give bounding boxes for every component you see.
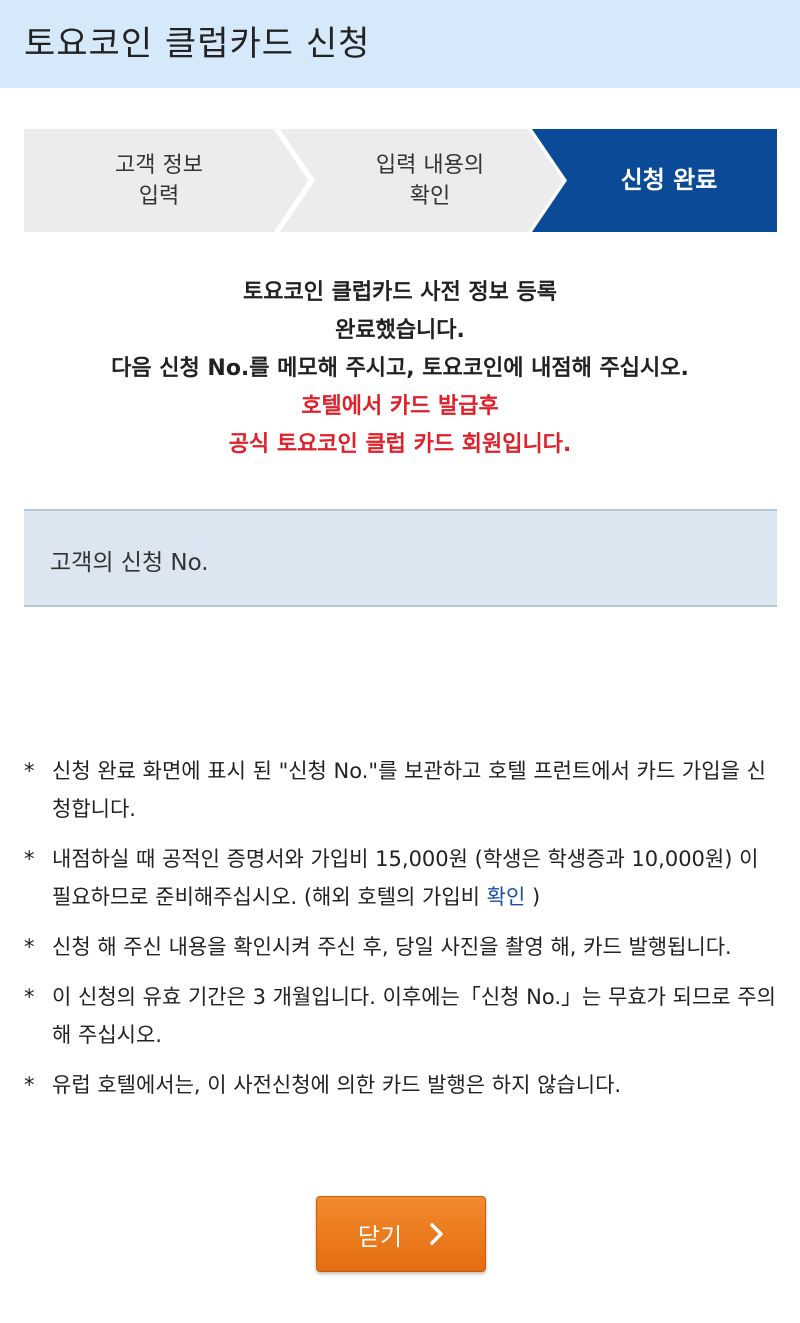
completion-message: 토요코인 클럽카드 사전 정보 등록 완료했습니다. 다음 신청 No.를 메모… <box>0 274 800 464</box>
note-text-2: 내점하실 때 공적인 증명서와 가입비 15,000원 (학생은 학생증과 10… <box>52 847 759 909</box>
step-1: 고객 정보 입력 <box>24 129 294 232</box>
message-red-line-2: 공식 토요코인 클럽 카드 회원입니다. <box>228 432 572 457</box>
message-line-2: 완료했습니다. <box>335 318 465 343</box>
page-header: 토요코인 클럽카드 신청 <box>0 0 800 88</box>
note-text-1: 신청 완료 화면에 표시 된 "신청 No."를 보관하고 호텔 프런트에서 카… <box>52 759 766 821</box>
note-text-5: 유럽 호텔에서는, 이 사전신청에 의한 카드 발행은 하지 않습니다. <box>52 1073 622 1097</box>
note-item: * 신청 해 주신 내용을 확인시켜 주신 후, 당일 사진을 촬영 해, 카드… <box>24 928 784 966</box>
notes-list: * 신청 완료 화면에 표시 된 "신청 No."를 보관하고 호텔 프런트에서… <box>24 752 784 1116</box>
note-bullet: * <box>24 1073 35 1097</box>
application-number-box: 고객의 신청 No. <box>24 509 777 607</box>
note-bullet: * <box>24 847 35 871</box>
page-title: 토요코인 클럽카드 신청 <box>24 24 371 64</box>
note-bullet: * <box>24 759 35 783</box>
close-button-label: 닫기 <box>357 1222 403 1251</box>
step-2-line1: 입력 내용의 <box>375 152 485 178</box>
note-item: * 내점하실 때 공적인 증명서와 가입비 15,000원 (학생은 학생증과 … <box>24 840 784 916</box>
progress-steps: 고객 정보 입력 입력 내용의 확인 신청 완료 <box>24 129 777 232</box>
step-3-label: 신청 완료 <box>620 166 718 194</box>
message-line-3: 다음 신청 No.를 메모해 주시고, 토요코인에 내점해 주십시오. <box>111 356 689 381</box>
note-item: * 신청 완료 화면에 표시 된 "신청 No."를 보관하고 호텔 프런트에서… <box>24 752 784 828</box>
note-item: * 유럽 호텔에서는, 이 사전신청에 의한 카드 발행은 하지 않습니다. <box>24 1066 784 1104</box>
note-text-3: 신청 해 주신 내용을 확인시켜 주신 후, 당일 사진을 촬영 해, 카드 발… <box>52 935 732 959</box>
note-bullet: * <box>24 985 35 1009</box>
close-button[interactable]: 닫기 <box>316 1196 486 1272</box>
note-text-2-end: ) <box>525 885 541 909</box>
application-number-label: 고객의 신청 No. <box>50 550 209 576</box>
step-2-line2: 확인 <box>409 183 451 209</box>
message-line-1: 토요코인 클럽카드 사전 정보 등록 <box>243 280 557 305</box>
step-3-current: 신청 완료 <box>564 129 774 232</box>
step-1-line1: 고객 정보 <box>115 152 203 178</box>
note-item: * 이 신청의 유효 기간은 3 개월입니다. 이후에는「신청 No.」는 무효… <box>24 978 784 1054</box>
message-red-line-1: 호텔에서 카드 발급후 <box>301 394 499 419</box>
step-1-line2: 입력 <box>138 183 180 209</box>
chevron-right-icon <box>430 1223 443 1245</box>
note-bullet: * <box>24 935 35 959</box>
step-2: 입력 내용의 확인 <box>312 129 548 232</box>
fee-confirm-link[interactable]: 확인 <box>487 885 526 909</box>
note-text-4: 이 신청의 유효 기간은 3 개월입니다. 이후에는「신청 No.」는 무효가 … <box>52 985 776 1047</box>
